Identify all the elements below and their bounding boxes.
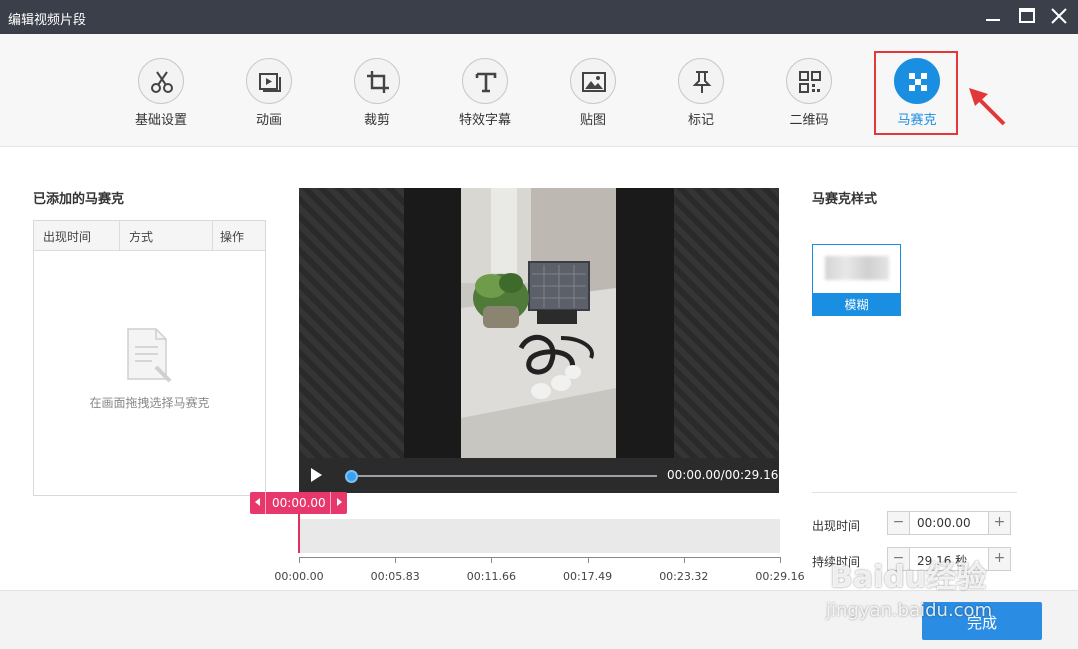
added-mosaic-title: 已添加的马赛克 (33, 192, 125, 207)
tool-label: 动画 (255, 113, 282, 128)
baidu-watermark: Baidu经验 (830, 560, 987, 595)
crop-icon (367, 71, 389, 93)
video-preview[interactable]: 00:00.00/00:29.16 (299, 188, 779, 493)
watermark-url: jingyan.baidu.com (826, 600, 993, 621)
close-icon[interactable] (1047, 5, 1071, 27)
red-arrow-icon (969, 88, 1006, 126)
column-header: 方式 (129, 230, 154, 244)
timeline-tick-label: 00:00.00 (274, 570, 324, 583)
blur-preview (825, 256, 889, 280)
timeline-tick (587, 557, 589, 563)
timeline-tick (299, 557, 300, 563)
timeline-axis (299, 557, 780, 558)
timeline-tick (780, 557, 781, 563)
tool-label: 贴图 (579, 113, 606, 128)
timeline-cursor[interactable] (298, 514, 300, 553)
column-header: 出现时间 (43, 230, 92, 244)
table-header: 出现时间 方式 操作 (34, 221, 265, 251)
letterbox-left (299, 188, 404, 458)
start-time-label: 出现时间 (812, 519, 861, 533)
mosaic-style-title: 马赛克样式 (812, 192, 878, 207)
text-t-icon (475, 72, 497, 93)
image-icon (582, 72, 606, 92)
column-header: 操作 (220, 230, 245, 244)
divider (812, 492, 1017, 493)
seek-knob[interactable] (345, 470, 358, 483)
tool-animation[interactable]: 动画 (229, 56, 309, 146)
tool-label: 标记 (687, 113, 714, 128)
letterbox-right (674, 188, 779, 458)
start-time-stepper[interactable]: − 00:00.00 + (887, 511, 1011, 535)
tool-crop[interactable]: 裁剪 (337, 56, 417, 146)
video-frame (461, 188, 616, 458)
tool-qrcode[interactable]: 二维码 (769, 56, 849, 146)
tool-label: 基础设置 (134, 113, 187, 128)
timeline-tick-label: 00:11.66 (466, 570, 516, 583)
decrement-button[interactable]: − (888, 512, 910, 534)
maximize-icon[interactable] (1015, 5, 1039, 27)
timeline-current-time: 00:00.00 (272, 496, 326, 510)
tool-sticker[interactable]: 贴图 (553, 56, 633, 146)
minimize-icon[interactable] (981, 5, 1005, 27)
pin-icon (692, 71, 712, 93)
style-option-label: 模糊 (813, 293, 900, 315)
increment-button[interactable]: + (988, 512, 1010, 534)
seek-track[interactable] (347, 475, 657, 477)
tool-label: 特效字幕 (458, 113, 511, 128)
mosaic-style-blur[interactable]: 模糊 (812, 244, 901, 316)
timeline-tick (395, 557, 397, 563)
increment-button[interactable]: + (988, 548, 1010, 570)
play-icon[interactable] (307, 466, 325, 484)
tool-basic-settings[interactable]: 基础设置 (121, 56, 201, 146)
tool-label: 二维码 (789, 113, 829, 128)
qrcode-icon (799, 71, 821, 93)
next-frame-icon[interactable] (337, 498, 342, 506)
tool-text-effects[interactable]: 特效字幕 (445, 56, 525, 146)
mosaic-table: 出现时间 方式 操作 在画面拖拽选择马赛克 (33, 220, 266, 496)
title-bar: 编辑视频片段 (0, 0, 1078, 34)
empty-document-icon (127, 328, 172, 383)
timeline-tick-label: 00:17.49 (562, 570, 613, 583)
timeline-track[interactable] (299, 519, 780, 553)
prev-frame-icon[interactable] (255, 498, 260, 506)
timeline-tick-label: 00:05.83 (370, 570, 420, 583)
timeline-tick-label: 00:23.32 (659, 570, 709, 583)
highlight-box (874, 51, 958, 135)
timeline-tick-label: 00:29.16 (755, 570, 805, 583)
player-controls: 00:00.00/00:29.16 (299, 458, 779, 493)
scissors-icon (151, 71, 173, 93)
empty-hint: 在画面拖拽选择马赛克 (89, 396, 210, 410)
video-frame-image (461, 188, 616, 458)
timeline-tick (491, 557, 493, 563)
start-time-value[interactable]: 00:00.00 (917, 516, 971, 530)
tool-mark[interactable]: 标记 (661, 56, 741, 146)
timeline-current-badge[interactable]: 00:00.00 (250, 492, 347, 514)
time-display: 00:00.00/00:29.16 (667, 468, 779, 482)
play-frame-icon (259, 73, 281, 92)
window-title: 编辑视频片段 (8, 13, 87, 28)
tool-label: 裁剪 (363, 113, 390, 128)
timeline-tick (683, 557, 685, 563)
